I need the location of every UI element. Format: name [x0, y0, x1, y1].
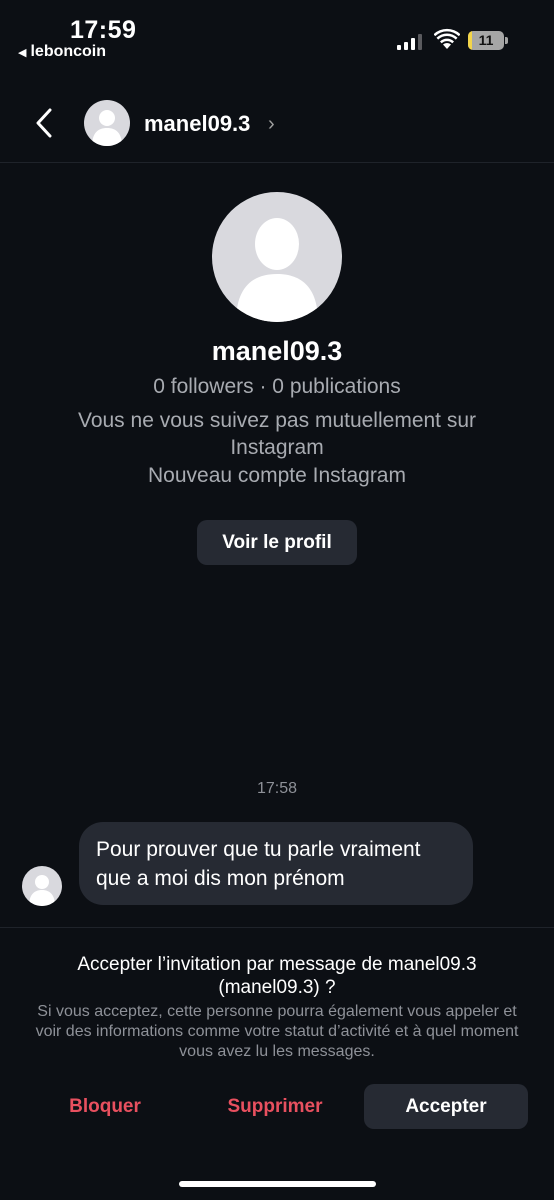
profile-stats: 0 followers · 0 publications	[153, 375, 401, 398]
header-divider	[0, 162, 554, 163]
cellular-signal-icon	[397, 32, 425, 50]
message-bubble[interactable]: Pour prouver que tu parle vraiment que a…	[79, 822, 473, 905]
home-indicator[interactable]	[179, 1181, 376, 1187]
status-time: 17:59	[70, 16, 137, 44]
header-avatar[interactable]	[84, 100, 130, 146]
back-to-app-link[interactable]: ◀ leboncoin	[18, 43, 106, 61]
profile-mutual-status: Vous ne vous suivez pas mutuellement sur…	[77, 409, 477, 459]
delete-button[interactable]: Supprimer	[200, 1085, 350, 1129]
profile-username: manel09.3	[211, 336, 343, 366]
accept-button[interactable]: Accepter	[364, 1084, 528, 1129]
back-app-label: leboncoin	[30, 43, 107, 60]
chevron-right-icon[interactable]: ›	[268, 113, 275, 136]
invitation-title: Accepter l’invitation par message de man…	[77, 954, 477, 998]
back-triangle-icon: ◀	[18, 47, 27, 59]
header-username[interactable]: manel09.3	[144, 111, 250, 137]
battery-icon: 11	[468, 31, 504, 50]
wifi-icon	[434, 28, 460, 49]
battery-tip	[505, 37, 508, 44]
message-timestamp: 17:58	[256, 780, 298, 797]
sender-avatar[interactable]	[22, 866, 62, 906]
default-avatar-icon	[236, 218, 318, 322]
profile-new-account: Nouveau compte Instagram	[148, 464, 406, 487]
invitation-description: Si vous acceptez, cette personne pourra …	[35, 1003, 519, 1060]
footer-divider	[0, 927, 554, 928]
chevron-left-icon[interactable]	[30, 106, 60, 140]
view-profile-button[interactable]: Voir le profil	[197, 520, 357, 565]
profile-avatar	[212, 192, 342, 322]
default-avatar-icon	[29, 875, 55, 906]
default-avatar-icon	[92, 110, 122, 146]
block-button[interactable]: Bloquer	[30, 1085, 180, 1129]
battery-level: 11	[478, 32, 494, 48]
